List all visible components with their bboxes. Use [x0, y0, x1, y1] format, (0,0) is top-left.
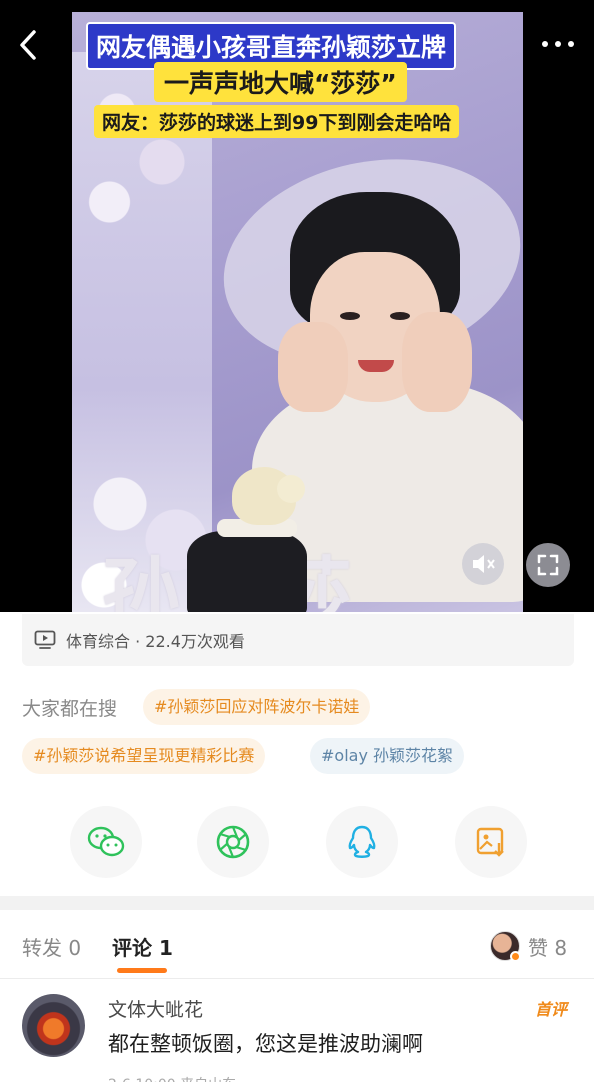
video-info-bar[interactable]: 体育综合 · 22.4万次观看 [22, 614, 574, 666]
tv-play-icon [34, 630, 56, 649]
share-qq-button[interactable] [326, 806, 398, 878]
qq-penguin-icon [348, 825, 376, 858]
child-coat [187, 531, 307, 612]
tab-comment[interactable]: 评论 1 [112, 932, 173, 961]
standee-hand [402, 312, 472, 412]
more-options-button[interactable] [540, 32, 576, 56]
tab-repost[interactable]: 转发 0 [22, 932, 81, 961]
first-comment-badge: 首评 [535, 1000, 568, 1019]
tabs-divider [0, 978, 594, 979]
save-image-button[interactable] [455, 806, 527, 878]
share-moments-button[interactable] [197, 806, 269, 878]
standee-hand [278, 322, 348, 412]
comment-username[interactable]: 文体大呲花 [108, 995, 203, 1022]
video-caption-subtitle: 一声声地大喊“莎莎” [154, 62, 407, 102]
video-caption-comment: 网友：莎莎的球迷上到99下到刚会走哈哈 [94, 105, 460, 138]
video-child [187, 467, 307, 612]
tab-like[interactable]: 赞 8 [528, 932, 567, 961]
fullscreen-button[interactable] [526, 543, 570, 587]
video-frame[interactable]: 孙颖莎 网友偶遇小孩哥直奔孙颖莎立牌 一声声地大喊“莎莎” 网友：莎莎的球迷上到… [72, 12, 523, 612]
section-divider [0, 896, 594, 910]
chevron-left-icon [20, 30, 36, 60]
comment-meta: 2-6 10:00 来自山东 [108, 1074, 236, 1082]
search-tag[interactable]: #olay 孙颖莎花絮 [310, 738, 465, 774]
more-dots-icon [542, 41, 574, 47]
muted-speaker-icon [473, 555, 495, 573]
standee-mouth [358, 360, 394, 372]
child-hat-pompom [277, 475, 305, 503]
standee-eye [390, 312, 410, 320]
video-info-text: 体育综合 · 22.4万次观看 [66, 632, 245, 651]
moments-aperture-icon [216, 825, 250, 859]
avatar[interactable] [22, 994, 85, 1057]
liker-avatar-badge [510, 951, 521, 962]
search-tag[interactable]: #孙颖莎说希望呈现更精彩比赛 [22, 738, 266, 774]
fullscreen-icon [537, 554, 559, 576]
share-wechat-button[interactable] [70, 806, 142, 878]
active-tab-indicator [117, 968, 167, 973]
standee-eye [340, 312, 360, 320]
wechat-icon [87, 826, 125, 857]
video-player[interactable]: 孙颖莎 网友偶遇小孩哥直奔孙颖莎立牌 一声声地大喊“莎莎” 网友：莎莎的球迷上到… [0, 0, 594, 612]
mute-button[interactable] [462, 543, 504, 585]
trending-search-label: 大家都在搜 [22, 698, 118, 720]
search-tag[interactable]: #孙颖莎回应对阵波尔卡诺娃 [143, 689, 371, 725]
save-image-icon [476, 827, 504, 857]
comment-text[interactable]: 都在整顿饭圈，您这是推波助澜啊 [108, 1028, 423, 1058]
back-button[interactable] [14, 28, 44, 62]
